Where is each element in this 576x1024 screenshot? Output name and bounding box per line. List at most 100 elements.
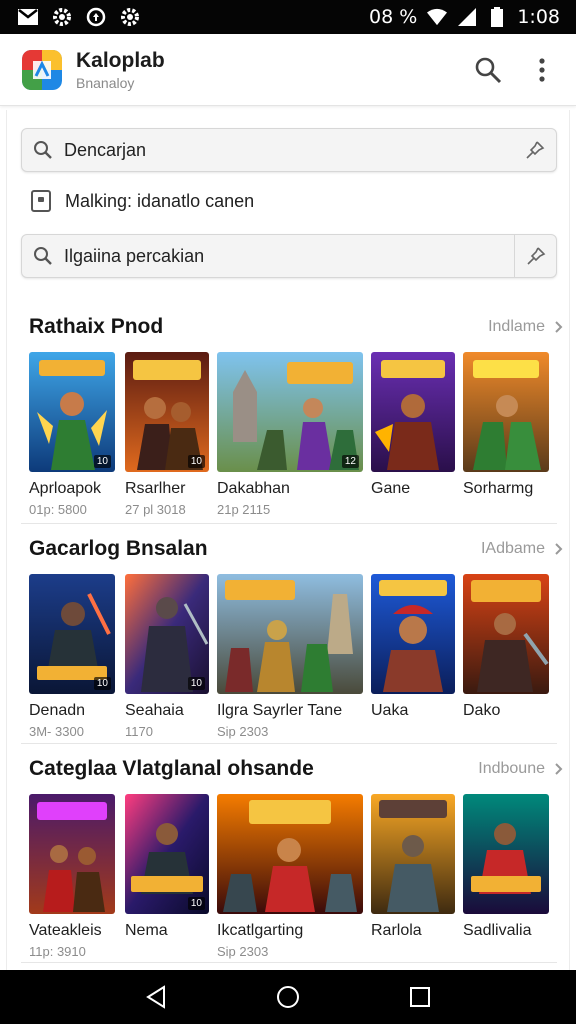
sync-icon xyxy=(86,7,106,27)
game-card[interactable]: 10 Rsarlher 27 pl 3018 xyxy=(125,352,209,517)
card-meta: 01p: 5800 xyxy=(29,502,87,517)
card-name: Nema xyxy=(125,922,168,939)
settings-icon xyxy=(52,7,72,27)
pin-icon[interactable] xyxy=(514,129,556,171)
game-cover: 12 xyxy=(217,352,363,472)
content-sheet: Dencarjan Malking: idanatlo canen Ilgaii… xyxy=(6,110,570,970)
game-card[interactable]: 10 Nema xyxy=(125,794,209,944)
checkbox[interactable] xyxy=(31,190,51,212)
recents-icon[interactable] xyxy=(400,977,440,1017)
card-meta: Sip 2303 xyxy=(217,724,269,739)
search-input-secondary-value[interactable]: Ilgaiina percakian xyxy=(64,246,514,267)
card-badge: 10 xyxy=(187,897,205,910)
divider xyxy=(21,743,557,744)
wifi-icon xyxy=(427,7,448,27)
checkbox-label: Malking: idanatlo canen xyxy=(65,190,255,211)
card-meta: 11p: 3910 xyxy=(29,944,86,959)
game-card[interactable]: Vateakleis 11p: 3910 xyxy=(29,794,115,959)
chevron-right-icon xyxy=(555,321,563,333)
section-more-link[interactable]: Indlame xyxy=(488,318,563,336)
card-badge: 10 xyxy=(187,677,205,690)
card-meta: Sip 2303 xyxy=(217,944,269,959)
app-title: Kaloplab xyxy=(76,48,165,72)
game-card[interactable]: 12 Dakabhan 21p 2115 xyxy=(217,352,363,517)
card-name: Seahaia xyxy=(125,702,184,719)
checkbox-row[interactable]: Malking: idanatlo canen xyxy=(31,190,254,212)
card-meta: 1170 xyxy=(125,724,153,739)
game-card[interactable]: Ilgra Sayrler Tane Sip 2303 xyxy=(217,574,363,739)
section-3: Categlaa Vlatglanal ohsande Indboune Vat… xyxy=(7,754,569,959)
search-input-primary-value[interactable]: Dencarjan xyxy=(64,140,514,161)
clock: 1:08 xyxy=(517,6,560,28)
divider xyxy=(21,962,557,963)
game-card[interactable]: Ikcatlgarting Sip 2303 xyxy=(217,794,363,959)
card-name: Dakabhan xyxy=(217,480,290,497)
app-logo xyxy=(22,49,62,90)
game-card[interactable]: Gane xyxy=(371,352,455,502)
back-icon[interactable] xyxy=(136,977,176,1017)
pin-icon[interactable] xyxy=(514,235,556,277)
game-card[interactable]: Rarlola xyxy=(371,794,455,944)
status-bar: 08 % 1:08 xyxy=(0,0,576,34)
card-badge: 10 xyxy=(187,455,205,468)
search-icon xyxy=(22,129,64,171)
network-status: 08 % xyxy=(369,6,418,28)
section-2: Gacarlog Bnsalan IAdbame 10 Denadn 3M- 3… xyxy=(7,534,569,739)
section-more-label: Indboune xyxy=(478,760,545,777)
game-card[interactable]: Uaka xyxy=(371,574,455,724)
card-meta: 21p 2115 xyxy=(217,502,271,517)
app-bar: Kaloplab Bnanaloy xyxy=(0,34,576,106)
search-input-secondary[interactable]: Ilgaiina percakian xyxy=(21,234,557,278)
card-name: Rsarlher xyxy=(125,480,186,497)
game-cover: 10 xyxy=(29,574,115,694)
game-card[interactable]: Sadlivalia xyxy=(463,794,549,944)
card-name: Uaka xyxy=(371,702,409,719)
gmail-icon xyxy=(18,7,38,27)
card-name: Ilgra Sayrler Tane xyxy=(217,702,343,719)
section-more-label: IAdbame xyxy=(480,540,545,557)
gear-icon xyxy=(120,7,140,27)
game-cover xyxy=(371,352,455,472)
section-more-label: Indlame xyxy=(488,318,545,335)
search-icon[interactable] xyxy=(474,56,502,84)
game-card[interactable]: Dako xyxy=(463,574,549,724)
home-icon[interactable] xyxy=(268,977,308,1017)
game-cover xyxy=(371,794,455,914)
game-cover: 10 xyxy=(125,794,209,914)
battery-icon xyxy=(487,7,507,27)
section-title: Gacarlog Bnsalan xyxy=(29,537,208,560)
game-cover: 10 xyxy=(125,352,209,472)
card-name: Dako xyxy=(463,702,501,719)
chevron-right-icon xyxy=(555,763,563,775)
card-name: Vateakleis xyxy=(29,922,102,939)
game-card[interactable]: 10 Denadn 3M- 3300 xyxy=(29,574,115,739)
more-vert-icon[interactable] xyxy=(528,56,556,84)
search-icon xyxy=(22,235,64,277)
section-1: Rathaix Pnod Indlame 10 Aprloapok 01p: 5… xyxy=(7,312,569,517)
card-name: Denadn xyxy=(29,702,86,719)
card-name: Sorharmg xyxy=(463,480,534,497)
card-name: Gane xyxy=(371,480,411,497)
card-meta: 3M- 3300 xyxy=(29,724,84,739)
card-badge: 10 xyxy=(93,455,111,468)
game-card[interactable]: 10 Aprloapok 01p: 5800 xyxy=(29,352,115,517)
navigation-bar xyxy=(0,970,576,1024)
card-name: Ikcatlgarting xyxy=(217,922,304,939)
chevron-right-icon xyxy=(555,543,563,555)
game-cover xyxy=(463,574,549,694)
game-cover xyxy=(463,794,549,914)
search-input-primary[interactable]: Dencarjan xyxy=(21,128,557,172)
game-card[interactable]: Sorharmg xyxy=(463,352,549,502)
section-title: Rathaix Pnod xyxy=(29,315,164,338)
game-cover: 10 xyxy=(29,352,115,472)
card-name: Aprloapok xyxy=(29,480,102,497)
section-more-link[interactable]: IAdbame xyxy=(481,540,563,558)
section-more-link[interactable]: Indboune xyxy=(478,760,563,778)
card-badge: 12 xyxy=(341,455,359,468)
game-cover xyxy=(217,794,363,914)
game-cover xyxy=(371,574,455,694)
game-cover: 10 xyxy=(125,574,209,694)
card-name: Rarlola xyxy=(371,922,422,939)
signal-icon xyxy=(457,7,477,27)
game-card[interactable]: 10 Seahaia 1170 xyxy=(125,574,209,739)
